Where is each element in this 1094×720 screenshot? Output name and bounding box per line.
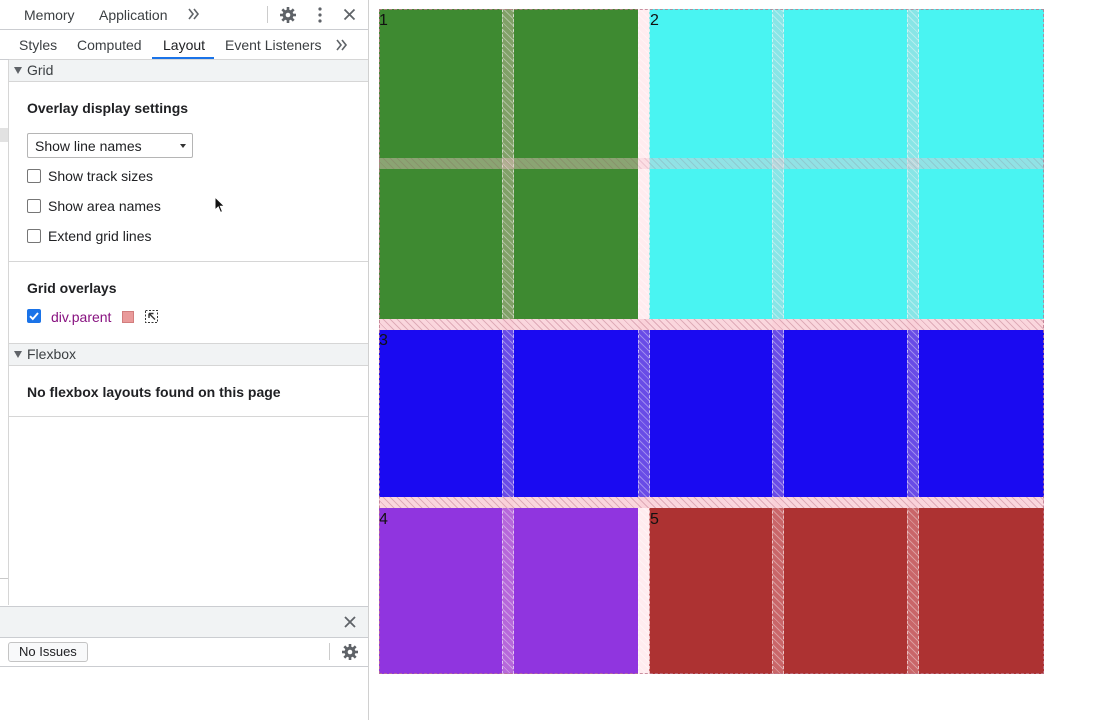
- page-viewport: 1 2 3 4 5: [369, 0, 1094, 720]
- toolbar-divider: [267, 6, 268, 23]
- overlay-settings-title: Overlay display settings: [27, 100, 189, 116]
- tab-memory[interactable]: Memory: [24, 7, 75, 23]
- div-parent-overlay-checkbox[interactable]: [27, 309, 41, 323]
- tab-layout[interactable]: Layout: [163, 37, 205, 53]
- drawer-toolbar: [0, 606, 368, 638]
- line-display-select[interactable]: Show line names: [27, 133, 193, 158]
- settings-gear-icon[interactable]: [279, 6, 297, 24]
- tab-styles[interactable]: Styles: [19, 37, 57, 53]
- show-track-sizes-checkbox[interactable]: [27, 169, 41, 183]
- tab-computed[interactable]: Computed: [77, 37, 142, 53]
- issues-settings-gear-icon[interactable]: [341, 643, 359, 661]
- elements-subtabbar: Styles Computed Layout Event Listeners: [0, 30, 368, 60]
- tab-application[interactable]: Application: [99, 7, 168, 23]
- more-tabs-chevron-icon[interactable]: [187, 7, 201, 21]
- section-divider: [9, 416, 368, 417]
- dropdown-caret-icon: [180, 144, 186, 148]
- close-drawer-icon[interactable]: [344, 616, 356, 628]
- toolbar-divider: [329, 643, 330, 660]
- grid-section-header[interactable]: Grid: [9, 59, 368, 82]
- selected-node-marker: [0, 128, 8, 142]
- section-divider: [9, 261, 368, 262]
- mouse-cursor-icon: [214, 196, 226, 214]
- div-parent-overlay-label[interactable]: div.parent: [51, 309, 111, 325]
- no-issues-button[interactable]: No Issues: [8, 642, 88, 662]
- elements-tree-edge: [0, 60, 9, 605]
- flexbox-section-title: Flexbox: [27, 346, 77, 362]
- close-devtools-icon[interactable]: [343, 8, 356, 21]
- flexbox-section-header[interactable]: Flexbox: [9, 343, 368, 366]
- devtools-top-tabbar: Memory Application: [0, 0, 368, 30]
- reveal-in-elements-icon[interactable]: [145, 310, 158, 323]
- show-area-names-checkbox[interactable]: [27, 199, 41, 213]
- show-area-names-label: Show area names: [48, 198, 161, 214]
- show-track-sizes-label: Show track sizes: [48, 168, 154, 184]
- grid-overlays-title: Grid overlays: [27, 280, 117, 296]
- grid-container-outline: [379, 9, 1044, 674]
- tree-edge-divider: [0, 578, 8, 579]
- expand-triangle-icon: [14, 351, 22, 358]
- line-display-select-value: Show line names: [35, 138, 142, 154]
- extend-grid-lines-checkbox[interactable]: [27, 229, 41, 243]
- flexbox-empty-message: No flexbox layouts found on this page: [27, 384, 281, 400]
- tab-event-listeners[interactable]: Event Listeners: [225, 37, 322, 53]
- overlay-color-swatch[interactable]: [122, 311, 134, 323]
- expand-triangle-icon: [14, 67, 22, 74]
- devtools-panel: Memory Application Styles Computed Layou…: [0, 0, 369, 720]
- extend-grid-lines-label: Extend grid lines: [48, 228, 152, 244]
- grid-section-title: Grid: [27, 62, 54, 78]
- more-options-kebab-icon[interactable]: [313, 6, 327, 24]
- issues-toolbar: No Issues: [0, 637, 368, 667]
- more-subtabs-chevron-icon[interactable]: [335, 38, 349, 52]
